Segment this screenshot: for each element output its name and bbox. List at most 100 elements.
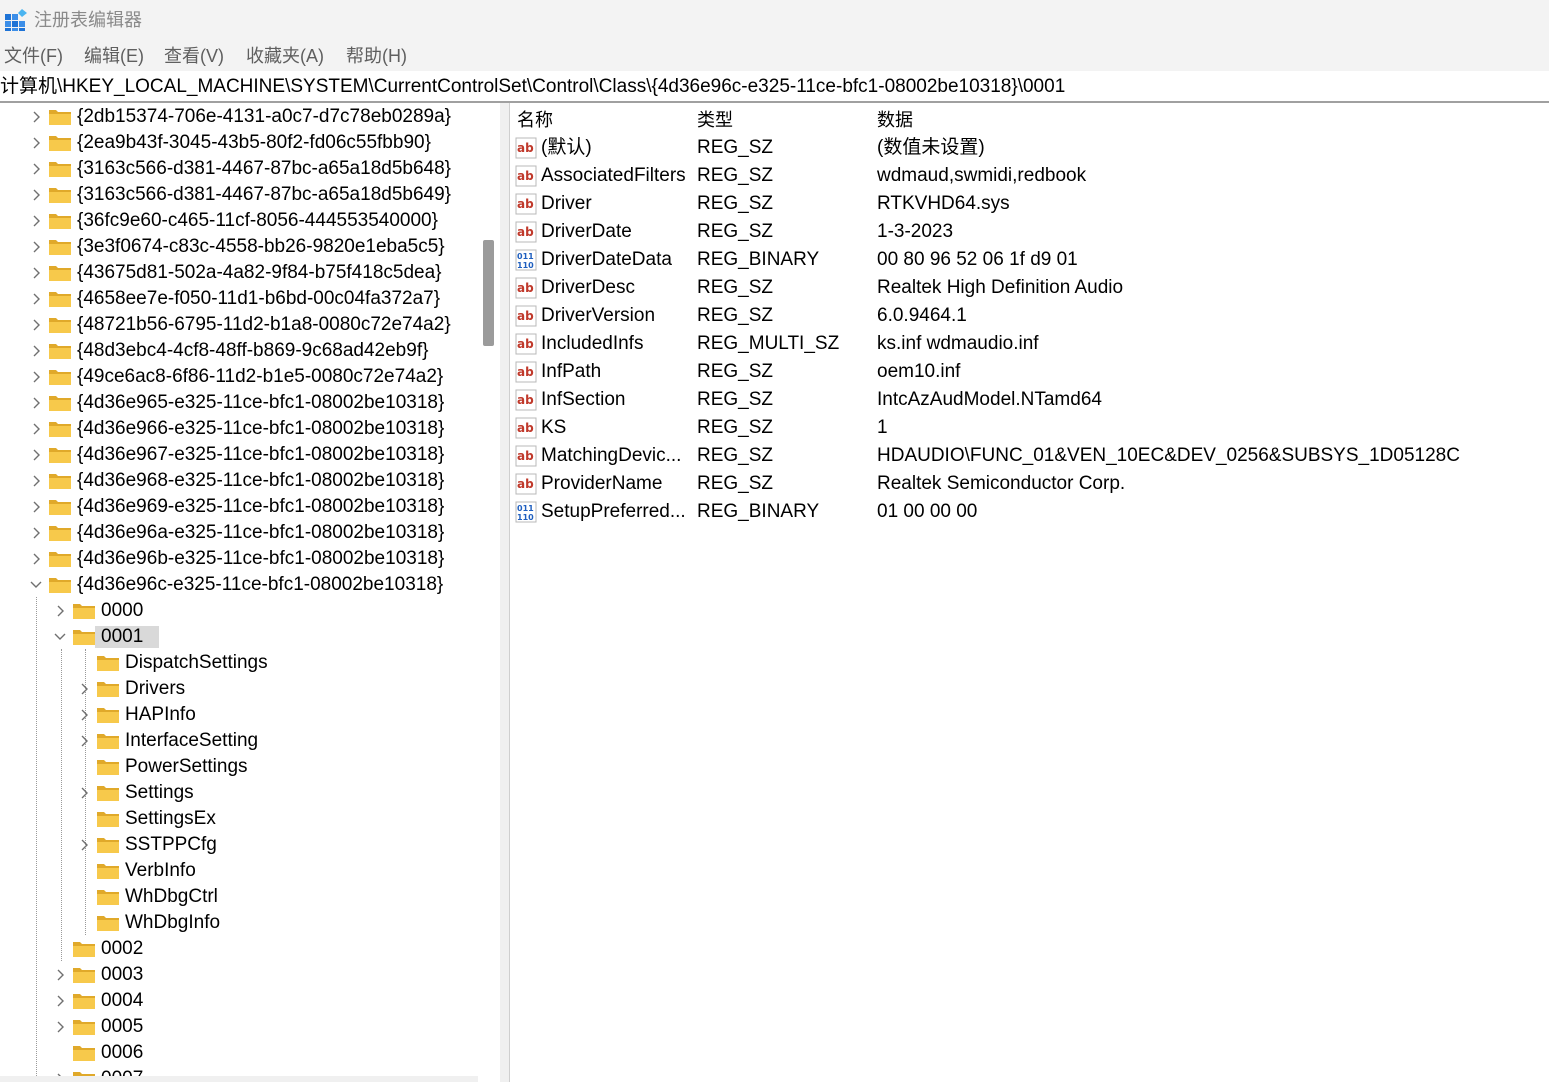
chevron-right-icon[interactable] <box>28 130 44 156</box>
value-row[interactable]: ab ProviderName REG_SZ Realtek Semiconducto… <box>510 470 1549 498</box>
chevron-down-icon[interactable] <box>52 624 68 650</box>
value-list[interactable]: 名称 类型 数据 ab (默认) REG_SZ (数值未设置) ab Associated… <box>510 103 1549 1082</box>
tree-item[interactable]: {48721b56-6795-11d2-b1a8-0080c72e74a2} <box>0 312 478 338</box>
tree-item[interactable]: 0004 <box>0 988 478 1014</box>
folder-icon <box>73 942 95 957</box>
chevron-right-icon[interactable] <box>28 416 44 442</box>
tree-item[interactable]: {4d36e96a-e325-11ce-bfc1-08002be10318} <box>0 520 478 546</box>
chevron-right-icon[interactable] <box>28 208 44 234</box>
chevron-right-icon[interactable] <box>28 260 44 286</box>
tree-item[interactable]: {4d36e96c-e325-11ce-bfc1-08002be10318} <box>0 572 478 598</box>
tree-item[interactable]: {3163c566-d381-4467-87bc-a65a18d5b649} <box>0 182 478 208</box>
chevron-right-icon[interactable] <box>28 234 44 260</box>
tree-item[interactable]: SSTPPCfg <box>0 832 478 858</box>
tree-item[interactable]: DispatchSettings <box>0 650 478 676</box>
column-header-name[interactable]: 名称 <box>517 107 553 133</box>
tree-item[interactable]: {4d36e966-e325-11ce-bfc1-08002be10318} <box>0 416 478 442</box>
chevron-right-icon[interactable] <box>28 546 44 572</box>
menu-favorites[interactable]: 收藏夹(A) <box>246 44 324 68</box>
value-type: REG_BINARY <box>697 249 820 270</box>
value-row[interactable]: ab DriverVersion REG_SZ 6.0.9464.1 <box>510 302 1549 330</box>
tree-item[interactable]: {2db15374-706e-4131-a0c7-d7c78eb0289a} <box>0 104 478 130</box>
tree-item[interactable]: 0000 <box>0 598 478 624</box>
value-row[interactable]: ab IncludedInfs REG_MULTI_SZ ks.inf wdmaudi… <box>510 330 1549 358</box>
tree-item[interactable]: WhDbgInfo <box>0 910 478 936</box>
key-tree[interactable]: {2db15374-706e-4131-a0c7-d7c78eb0289a} {2… <box>0 103 478 1082</box>
pane-splitter[interactable] <box>500 103 510 1082</box>
chevron-right-icon[interactable] <box>28 312 44 338</box>
tree-item[interactable]: WhDbgCtrl <box>0 884 478 910</box>
tree-item[interactable]: SettingsEx <box>0 806 478 832</box>
tree-item[interactable]: Drivers <box>0 676 478 702</box>
value-row[interactable]: ab AssociatedFilters REG_SZ wdmaud,swmidi,r… <box>510 162 1549 190</box>
value-row[interactable]: ab KS REG_SZ 1 <box>510 414 1549 442</box>
menu-file[interactable]: 文件(F) <box>4 44 63 68</box>
chevron-right-icon[interactable] <box>28 390 44 416</box>
chevron-right-icon[interactable] <box>28 286 44 312</box>
tree-item[interactable]: {4d36e968-e325-11ce-bfc1-08002be10318} <box>0 468 478 494</box>
value-row[interactable]: 110 011 DriverDateData REG_BINARY 00 80 96 5… <box>510 246 1549 274</box>
chevron-right-icon[interactable] <box>76 780 92 806</box>
value-row[interactable]: ab MatchingDevic... REG_SZ HDAUDIO\FUNC_01&… <box>510 442 1549 470</box>
chevron-right-icon[interactable] <box>28 156 44 182</box>
chevron-right-icon[interactable] <box>52 598 68 624</box>
value-name: SetupPreferred... <box>541 501 686 522</box>
tree-item[interactable]: Settings <box>0 780 478 806</box>
menu-help[interactable]: 帮助(H) <box>346 44 407 68</box>
tree-horizontal-scrollbar[interactable] <box>0 1076 478 1082</box>
value-row[interactable]: ab DriverDate REG_SZ 1-3-2023 <box>510 218 1549 246</box>
menu-edit[interactable]: 编辑(E) <box>84 44 144 68</box>
tree-item[interactable]: PowerSettings <box>0 754 478 780</box>
value-row[interactable]: ab InfSection REG_SZ IntcAzAudModel.NTamd64 <box>510 386 1549 414</box>
svg-text:ab: ab <box>517 169 534 183</box>
tree-item[interactable]: {2ea9b43f-3045-43b5-80f2-fd06c55fbb90} <box>0 130 478 156</box>
menu-view[interactable]: 查看(V) <box>164 44 224 68</box>
value-row[interactable]: ab DriverDesc REG_SZ Realtek High Definitio… <box>510 274 1549 302</box>
tree-item[interactable]: {4658ee7e-f050-11d1-b6bd-00c04fa372a7} <box>0 286 478 312</box>
tree-item[interactable]: {48d3ebc4-4cf8-48ff-b869-9c68ad42eb9f} <box>0 338 478 364</box>
column-header-data[interactable]: 数据 <box>877 107 913 133</box>
tree-item[interactable]: {4d36e965-e325-11ce-bfc1-08002be10318} <box>0 390 478 416</box>
chevron-right-icon[interactable] <box>28 104 44 130</box>
chevron-right-icon[interactable] <box>76 702 92 728</box>
chevron-right-icon[interactable] <box>52 962 68 988</box>
chevron-right-icon[interactable] <box>76 728 92 754</box>
tree-item[interactable]: 0003 <box>0 962 478 988</box>
tree-item[interactable]: {49ce6ac8-6f86-11d2-b1e5-0080c72e74a2} <box>0 364 478 390</box>
tree-item[interactable]: {4d36e96b-e325-11ce-bfc1-08002be10318} <box>0 546 478 572</box>
tree-item[interactable]: 0006 <box>0 1040 478 1066</box>
chevron-right-icon[interactable] <box>28 338 44 364</box>
chevron-right-icon[interactable] <box>76 832 92 858</box>
tree-item[interactable]: InterfaceSetting <box>0 728 478 754</box>
tree-item[interactable]: {36fc9e60-c465-11cf-8056-444553540000} <box>0 208 478 234</box>
chevron-right-icon[interactable] <box>52 1014 68 1040</box>
address-bar[interactable]: 计算机\HKEY_LOCAL_MACHINE\SYSTEM\CurrentCon… <box>0 73 1549 103</box>
column-header-type[interactable]: 类型 <box>697 107 733 133</box>
tree-item[interactable]: {43675d81-502a-4a82-9f84-b75f418c5dea} <box>0 260 478 286</box>
tree-item[interactable]: {4d36e969-e325-11ce-bfc1-08002be10318} <box>0 494 478 520</box>
chevron-right-icon[interactable] <box>28 442 44 468</box>
tree-item[interactable]: VerbInfo <box>0 858 478 884</box>
tree-item[interactable]: {3163c566-d381-4467-87bc-a65a18d5b648} <box>0 156 478 182</box>
tree-item[interactable]: {3e3f0674-c83c-4558-bb26-9820e1eba5c5} <box>0 234 478 260</box>
chevron-right-icon[interactable] <box>28 520 44 546</box>
tree-item[interactable]: {4d36e967-e325-11ce-bfc1-08002be10318} <box>0 442 478 468</box>
chevron-right-icon[interactable] <box>28 182 44 208</box>
tree-scrollbar-thumb[interactable] <box>483 240 494 346</box>
chevron-right-icon[interactable] <box>28 494 44 520</box>
chevron-right-icon[interactable] <box>52 988 68 1014</box>
tree-item[interactable]: 0005 <box>0 1014 478 1040</box>
value-row[interactable]: ab Driver REG_SZ RTKVHD64.sys <box>510 190 1549 218</box>
value-row[interactable]: 110 011 SetupPreferred... REG_BINARY 01 00 0… <box>510 498 1549 526</box>
tree-item[interactable]: 0001 <box>0 624 478 650</box>
folder-icon <box>49 448 71 463</box>
chevron-right-icon[interactable] <box>76 676 92 702</box>
tree-item[interactable]: 0002 <box>0 936 478 962</box>
tree-item[interactable]: HAPInfo <box>0 702 478 728</box>
chevron-right-icon[interactable] <box>28 468 44 494</box>
chevron-down-icon[interactable] <box>28 572 44 598</box>
chevron-right-icon[interactable] <box>28 364 44 390</box>
value-row[interactable]: ab InfPath REG_SZ oem10.inf <box>510 358 1549 386</box>
value-row[interactable]: ab (默认) REG_SZ (数值未设置) <box>510 134 1549 162</box>
address-path[interactable]: 计算机\HKEY_LOCAL_MACHINE\SYSTEM\CurrentCon… <box>0 75 1065 99</box>
